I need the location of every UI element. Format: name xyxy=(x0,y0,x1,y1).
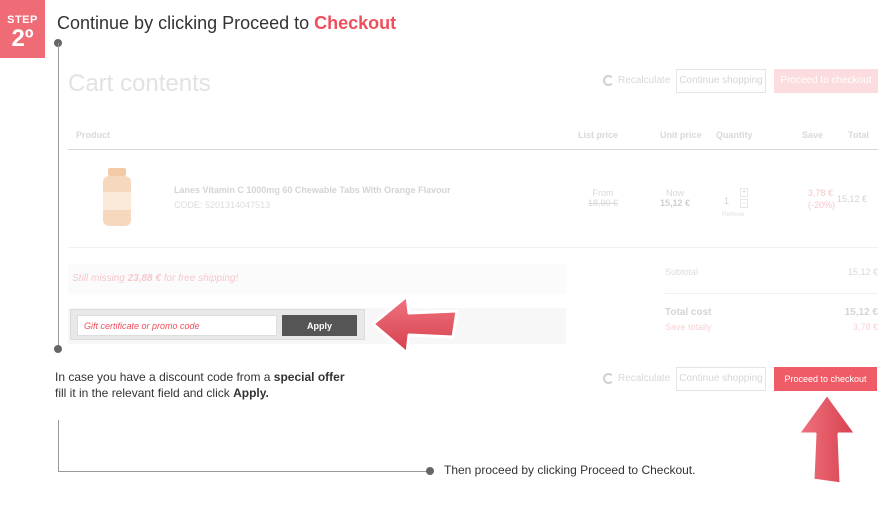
item-total: 15,12 € xyxy=(837,194,868,204)
left-arrow-icon xyxy=(371,294,459,355)
refresh-icon xyxy=(603,75,614,86)
connector-dot-end xyxy=(426,467,434,475)
product-name[interactable]: Lanes Vitamin C 1000mg 60 Chewable Tabs … xyxy=(174,185,451,195)
continue-shopping-button-top[interactable]: Continue shopping xyxy=(676,69,766,93)
quantity-plus-button[interactable]: + xyxy=(740,188,748,197)
step-number: 2º xyxy=(11,25,34,52)
col-unit-price: Unit price xyxy=(660,130,702,140)
subtotal-label: Subtotal xyxy=(665,267,699,277)
refresh-icon xyxy=(603,373,614,384)
summary-divider xyxy=(665,293,878,294)
col-save: Save xyxy=(802,130,824,140)
shipping-notice: Still missing 23,88 € for free shipping! xyxy=(68,264,566,294)
save-totally-label: Save totally xyxy=(665,322,712,332)
proceed-to-checkout-button[interactable]: Proceed to checkout xyxy=(774,367,877,391)
connector-dot-middle xyxy=(54,345,62,353)
save-totally-value: 3,78 € xyxy=(852,322,878,332)
checkout-button-top[interactable]: Proceed to checkout xyxy=(774,69,878,93)
continue-shopping-button-bottom[interactable]: Continue shopping xyxy=(676,367,766,391)
promo-code-input[interactable] xyxy=(77,315,277,336)
remove-link[interactable]: Remove xyxy=(722,212,744,218)
step-badge: STEP 2º xyxy=(0,0,45,58)
list-price-cell: From 18,90 € xyxy=(588,188,618,208)
list-from-label: From xyxy=(592,188,614,198)
header-divider xyxy=(68,149,878,150)
col-quantity: Quantity xyxy=(716,130,753,140)
recalculate-link-bottom[interactable]: Recalculate xyxy=(603,373,670,384)
product-image[interactable] xyxy=(100,168,134,228)
col-product: Product xyxy=(76,130,111,140)
step-word: STEP xyxy=(7,14,38,26)
unit-price-value: 15,12 € xyxy=(660,198,691,208)
apply-text: Apply. xyxy=(233,386,269,400)
unit-now-label: Now xyxy=(666,188,685,198)
quantity-stepper: 1 + - Remove xyxy=(718,188,758,218)
promo-code-form: Apply xyxy=(70,309,365,340)
connector-line-vertical xyxy=(58,43,59,348)
connector-line-lower xyxy=(58,420,59,471)
apply-button[interactable]: Apply xyxy=(282,315,357,336)
unit-price-cell: Now 15,12 € xyxy=(660,188,690,208)
connector-line-horizontal xyxy=(58,471,430,472)
row-divider xyxy=(68,247,878,248)
shipping-missing-amount: 23,88 € xyxy=(127,273,161,284)
up-arrow-icon xyxy=(796,392,858,486)
step-title: Continue by clicking Proceed to Checkout xyxy=(57,13,396,34)
product-code: CODE: 5201314047513 xyxy=(174,200,271,210)
total-cost-label: Total cost xyxy=(665,307,712,318)
step-title-text: Continue by clicking Proceed to xyxy=(57,13,315,33)
quantity-minus-button[interactable]: - xyxy=(740,199,748,208)
proceed-instruction: Then proceed by clicking Proceed to Chec… xyxy=(444,463,696,477)
recalculate-link-top[interactable]: Recalculate xyxy=(603,75,670,86)
col-list-price: List price xyxy=(578,130,619,140)
save-cell: 3,78 € (-20%) xyxy=(808,187,835,211)
step-title-highlight: Checkout xyxy=(314,13,397,33)
cart-panel: Cart contents Recalculate Continue shopp… xyxy=(68,60,878,410)
save-percent: (-20%) xyxy=(808,200,836,210)
save-amount: 3,78 € xyxy=(808,188,834,198)
cart-title: Cart contents xyxy=(68,70,211,97)
discount-instruction: In case you have a discount code from a … xyxy=(55,370,345,400)
subtotal-value: 15,12 € xyxy=(847,267,878,277)
list-price-value: 18,90 € xyxy=(588,198,619,208)
col-total: Total xyxy=(848,130,869,140)
quantity-value[interactable]: 1 xyxy=(724,196,729,206)
special-offer-text: special offer xyxy=(273,370,345,384)
total-cost-value: 15,12 € xyxy=(844,307,878,318)
